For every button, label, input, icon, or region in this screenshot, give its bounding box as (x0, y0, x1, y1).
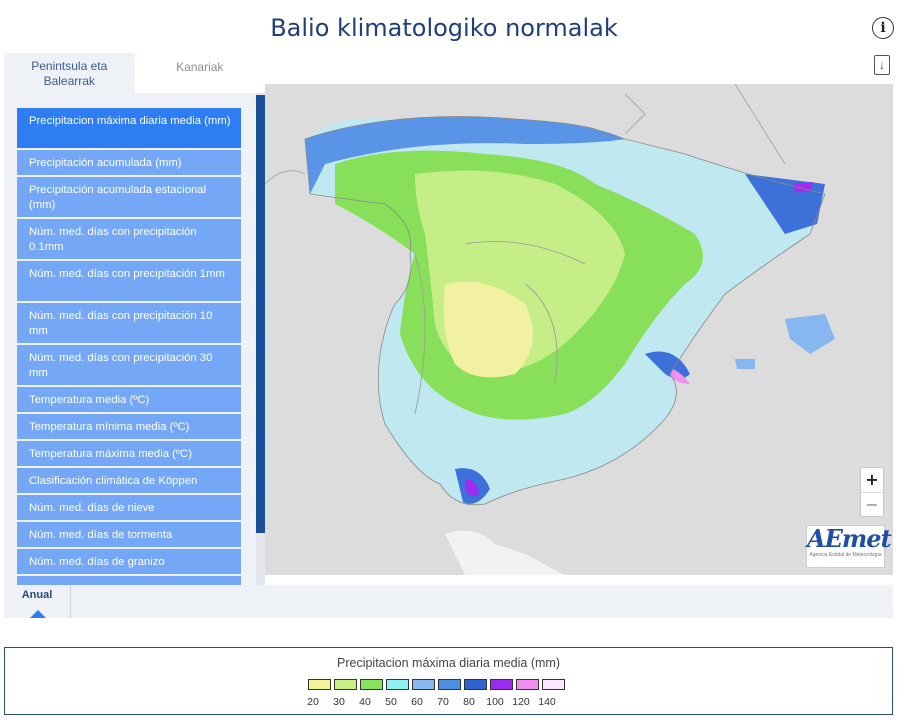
legend-label: 100 (486, 696, 504, 708)
legend-swatch (464, 679, 487, 690)
legend-label: 60 (411, 696, 423, 708)
menu-item-days-precip-1[interactable]: Núm. med. días con precipitación 1mm (17, 261, 241, 301)
menu-item-hail-days[interactable]: Núm. med. días de granizo (17, 549, 241, 574)
legend-title: Precipitacion máxima diaria media (mm) (337, 656, 560, 670)
climate-map[interactable]: + − AEmet Agencia Estatal de Meteorologí… (265, 84, 893, 575)
info-icon[interactable]: i (872, 17, 894, 39)
sidebar-scrollbar-thumb[interactable] (256, 95, 265, 533)
menu-item-days-precip-10[interactable]: Núm. med. días con precipitación 10 mm (17, 303, 241, 343)
legend-label: 20 (307, 696, 319, 708)
legend-swatch (386, 679, 409, 690)
legend-label: 40 (359, 696, 371, 708)
legend-swatch (490, 679, 513, 690)
legend-swatch (334, 679, 357, 690)
menu-item-storm-days[interactable]: Núm. med. días de tormenta (17, 522, 241, 547)
legend-swatch (438, 679, 461, 690)
menu-item-days-precip-01[interactable]: Núm. med. días con precipitación 0.1mm (17, 219, 241, 259)
map-legend: Precipitacion máxima diaria media (mm) 2… (4, 647, 893, 715)
legend-label: 30 (333, 696, 345, 708)
menu-item-days-precip-30[interactable]: Núm. med. días con precipitación 30 mm (17, 345, 241, 385)
legend-swatches (308, 679, 568, 690)
menu-item-next[interactable] (17, 576, 241, 585)
menu-item-precip-max-daily[interactable]: Precipitacion máxima diaria media (mm) (17, 108, 241, 148)
legend-label: 70 (437, 696, 449, 708)
region-tabs: Penintsula eta Balearrak Kanariak (4, 53, 265, 93)
legend-swatch (542, 679, 565, 690)
zoom-out-button[interactable]: − (861, 492, 883, 516)
menu-item-temp-mean[interactable]: Temperatura media (ºC) (17, 387, 241, 412)
menu-item-precip-seasonal[interactable]: Precipitación acumulada estacional (mm) (17, 177, 241, 217)
zoom-in-button[interactable]: + (861, 468, 883, 492)
page-title: Balio klimatologiko normalak (270, 14, 618, 42)
tab-kanariak[interactable]: Kanariak (134, 53, 265, 93)
legend-labels: 20 30 40 50 60 70 80 100 120 140 (300, 696, 560, 708)
legend-label: 140 (538, 696, 556, 708)
tab-peninsula[interactable]: Penintsula eta Balearrak (4, 53, 135, 93)
legend-label: 80 (463, 696, 475, 708)
legend-label: 120 (512, 696, 530, 708)
menu-item-snow-days[interactable]: Núm. med. días de nieve (17, 495, 241, 520)
download-icon[interactable]: ↓ (874, 55, 890, 75)
menu-item-temp-min[interactable]: Temperatura mínima media (ºC) (17, 414, 241, 439)
menu-item-precip-accum[interactable]: Precipitación acumulada (mm) (17, 150, 241, 175)
logo-mark: AEmet (807, 524, 892, 553)
legend-swatch (516, 679, 539, 690)
menu-item-koppen[interactable]: Clasificación climática de Köppen (17, 468, 241, 493)
legend-swatch (308, 679, 331, 690)
map-canvas (265, 84, 893, 575)
aemet-logo: AEmet Agencia Estatal de Meteorología (806, 524, 892, 568)
variable-sidebar: Precipitacion máxima diaria media (mm) P… (4, 93, 265, 585)
legend-label: 50 (385, 696, 397, 708)
period-bar: Anual (4, 585, 893, 618)
legend-swatch (360, 679, 383, 690)
zoom-control: + − (860, 467, 884, 517)
legend-swatch (412, 679, 435, 690)
period-caret-icon (30, 610, 46, 618)
menu-item-temp-max[interactable]: Temperatura máxima media (ºC) (17, 441, 241, 466)
logo-subtitle: Agencia Estatal de Meteorología (809, 552, 882, 558)
variable-menu: Precipitacion máxima diaria media (mm) P… (17, 108, 241, 585)
